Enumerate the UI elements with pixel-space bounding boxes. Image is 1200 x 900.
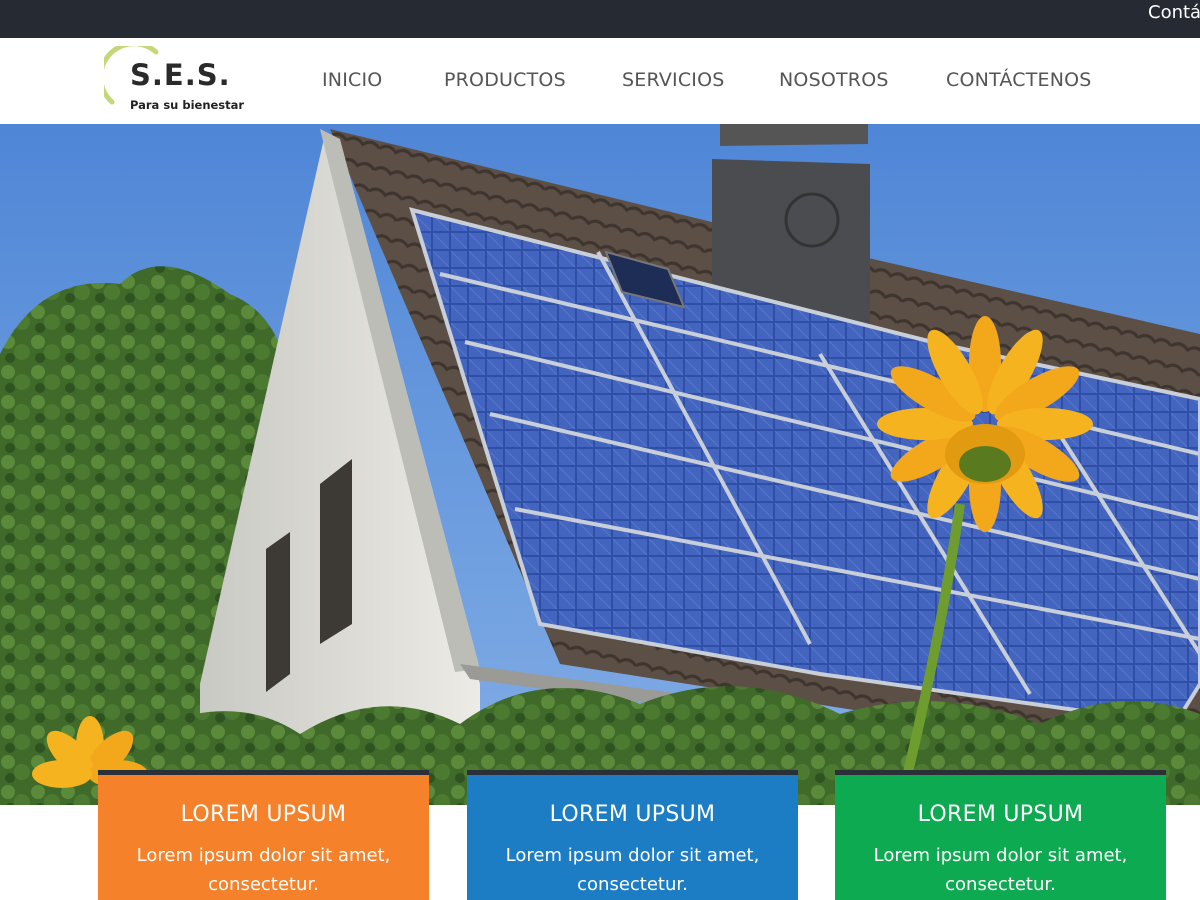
- topbar-contact-link[interactable]: Contá: [1148, 0, 1200, 26]
- feature-card-orange[interactable]: LOREM UPSUM Lorem ipsum dolor sit amet, …: [98, 770, 429, 900]
- feature-card-green[interactable]: LOREM UPSUM Lorem ipsum dolor sit amet, …: [835, 770, 1166, 900]
- card-title: LOREM UPSUM: [549, 802, 716, 827]
- feature-card-blue[interactable]: LOREM UPSUM Lorem ipsum dolor sit amet, …: [467, 770, 798, 900]
- nav-item-inicio[interactable]: INICIO: [322, 69, 382, 91]
- card-body: Lorem ipsum dolor sit amet, consectetur.: [505, 845, 760, 895]
- hero-image: [0, 124, 1200, 805]
- logo-brand: S.E.S.: [130, 58, 231, 92]
- card-title: LOREM UPSUM: [917, 802, 1084, 827]
- hero-banner: [0, 124, 1200, 805]
- nav-item-productos[interactable]: PRODUCTOS: [444, 69, 566, 91]
- site-header: S.E.S. Para su bienestar INICIO PRODUCTO…: [0, 38, 1200, 124]
- nav-item-nosotros[interactable]: NOSOTROS: [779, 69, 889, 91]
- card-body: Lorem ipsum dolor sit amet, consectetur.: [873, 845, 1128, 895]
- nav-item-servicios[interactable]: SERVICIOS: [622, 69, 725, 91]
- site-logo[interactable]: S.E.S. Para su bienestar: [104, 46, 254, 116]
- nav-item-contactenos[interactable]: CONTÁCTENOS: [946, 69, 1092, 91]
- card-title: LOREM UPSUM: [180, 802, 347, 827]
- window: [320, 459, 352, 644]
- window: [266, 532, 290, 692]
- logo-tagline: Para su bienestar: [130, 98, 245, 112]
- card-body: Lorem ipsum dolor sit amet, consectetur.: [136, 845, 391, 895]
- top-bar: Contá: [0, 0, 1200, 38]
